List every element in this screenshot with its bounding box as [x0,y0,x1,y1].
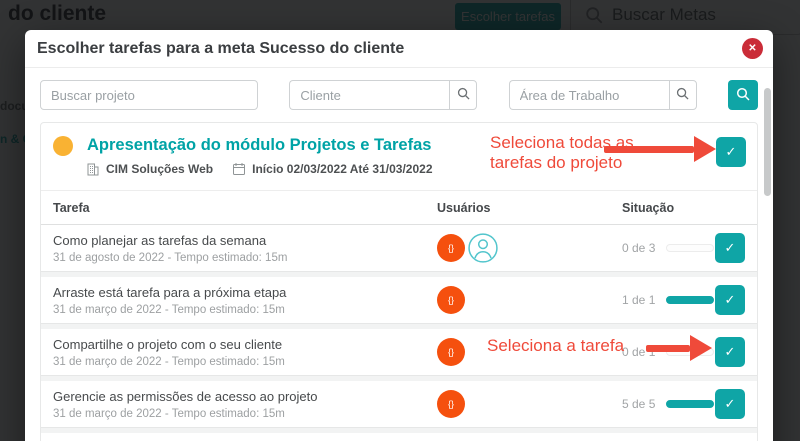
task-title: Como planejar as tarefas da semana [53,233,437,248]
annotation-arrow-icon [604,136,716,162]
progress-bar [666,244,714,252]
modal-header: Escolher tarefas para a meta Sucesso do … [25,30,773,68]
table-row: Arraste está tarefa para a próxima etapa… [41,277,757,324]
task-rows: Como planejar as tarefas da semana 31 de… [41,225,757,441]
column-header-status: Situação [622,201,745,215]
modal-scrollbar-thumb[interactable] [764,88,771,196]
search-icon [676,87,689,103]
workspace-input[interactable] [509,80,669,110]
check-icon: ✓ [725,344,736,360]
annotation-select-task: Seleciona a tarefa [487,336,624,356]
company-icon [87,163,99,176]
task-title: Compartilhe o projeto com o seu cliente [53,337,437,352]
submit-search-button[interactable] [728,80,758,110]
task-title: Gerencie as permissões de acesso ao proj… [53,389,437,404]
task-list: Como planejar as tarefas da semana 31 de… [41,225,757,441]
select-task-button[interactable]: ✓ [715,233,745,263]
table-row: Tarefa relacionada ao chamado {} 0 de 1 … [41,433,757,441]
client-search-button[interactable] [449,80,477,110]
task-subtitle: 31 de março de 2022 - Tempo estimado: 15… [53,408,437,420]
select-all-tasks-button[interactable]: ✓ [716,137,746,167]
client-filter-group [289,80,477,110]
search-project-input[interactable] [40,80,258,110]
table-row: Gerencie as permissões de acesso ao proj… [41,381,757,428]
modal-title: Escolher tarefas para a meta Sucesso do … [37,30,404,68]
select-task-button[interactable]: ✓ [715,285,745,315]
project-status-dot [53,136,73,156]
search-icon [736,87,750,104]
task-subtitle: 31 de março de 2022 - Tempo estimado: 15… [53,304,437,316]
task-subtitle: 31 de março de 2022 - Tempo estimado: 15… [53,356,437,368]
project-title[interactable]: Apresentação do módulo Projetos e Tarefa… [87,136,433,155]
project-client: CIM Soluções Web [106,162,213,176]
table-row: Como planejar as tarefas da semana 31 de… [41,225,757,272]
select-task-button[interactable]: ✓ [715,337,745,367]
progress-bar [666,296,714,304]
choose-tasks-modal: Escolher tarefas para a meta Sucesso do … [25,30,773,441]
annotation-arrow-icon [646,335,712,361]
task-title: Arraste está tarefa para a próxima etapa [53,285,437,300]
status-count: 0 de 3 [622,241,660,255]
check-icon: ✓ [725,240,736,256]
check-icon: ✓ [725,292,736,308]
user-avatar: {} [437,390,465,418]
check-icon: ✓ [725,396,736,412]
user-avatar: {} [437,234,465,262]
column-header-task: Tarefa [53,201,437,215]
user-outline-icon [468,233,498,263]
workspace-filter-group [509,80,697,110]
project-header: Apresentação do módulo Projetos e Tarefa… [41,123,757,191]
close-icon: ✕ [748,43,756,54]
column-header-users: Usuários [437,201,622,215]
close-button[interactable]: ✕ [742,38,763,59]
status-count: 5 de 5 [622,397,660,411]
table-header: Tarefa Usuários Situação [41,191,757,225]
search-icon [457,87,470,103]
user-avatar: {} [437,338,465,366]
task-subtitle: 31 de agosto de 2022 - Tempo estimado: 1… [53,252,437,264]
user-avatar: {} [437,286,465,314]
status-count: 1 de 1 [622,293,660,307]
project-dates: Início 02/03/2022 Até 31/03/2022 [252,162,432,176]
progress-bar [666,400,714,408]
select-task-button[interactable]: ✓ [715,389,745,419]
filters-bar [25,68,773,122]
workspace-search-button[interactable] [669,80,697,110]
check-icon: ✓ [726,144,737,160]
client-input[interactable] [289,80,449,110]
project-card: Apresentação do módulo Projetos e Tarefa… [40,122,758,441]
calendar-icon [233,163,245,175]
